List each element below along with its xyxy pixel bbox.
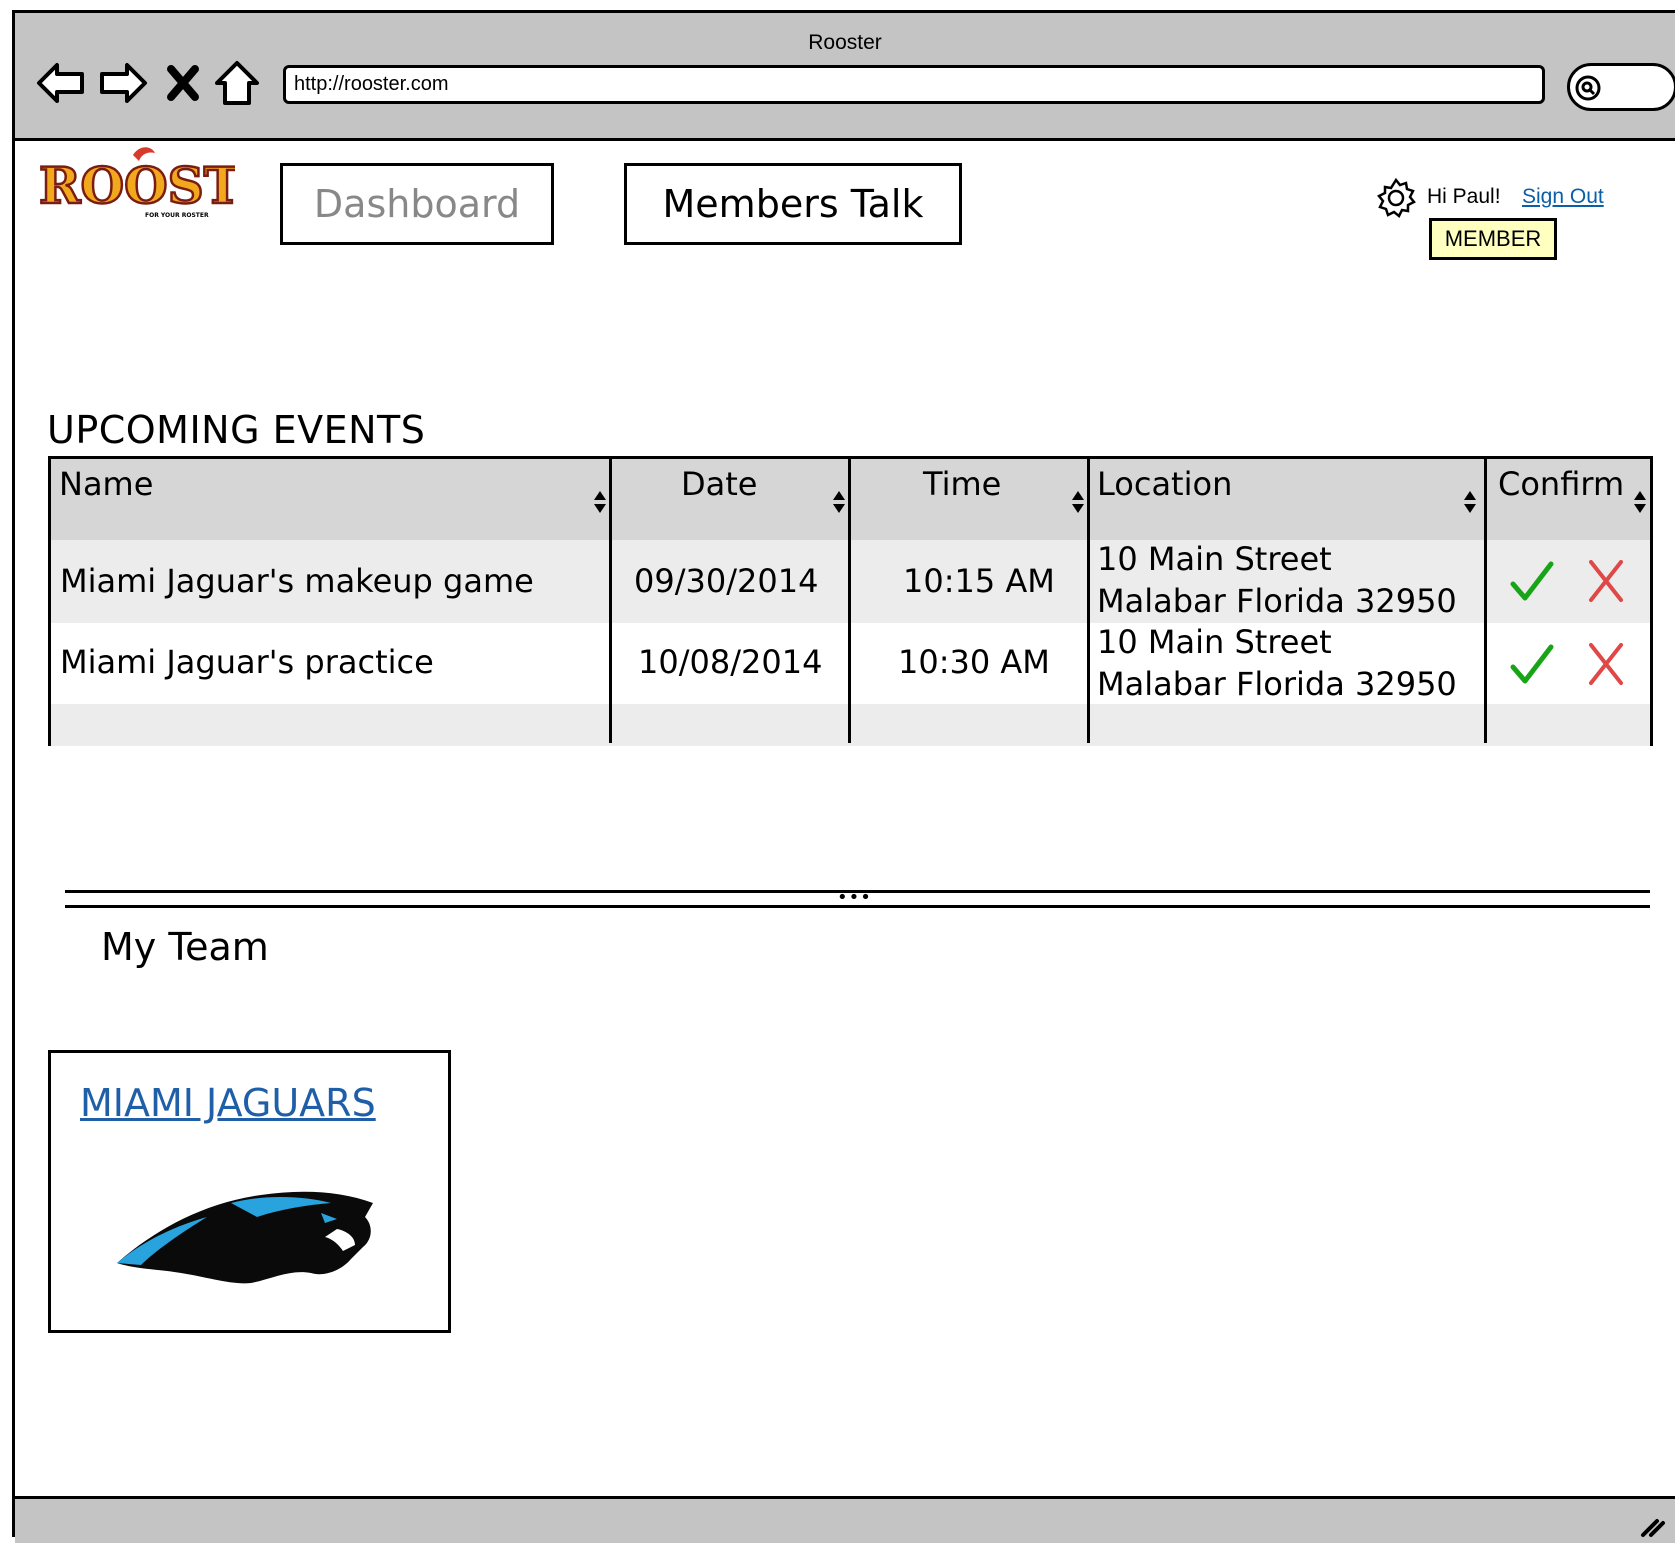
status-bar	[15, 1496, 1675, 1543]
search-icon	[1575, 75, 1601, 101]
sort-icon[interactable]	[591, 489, 609, 515]
event-name: Miami Jaguar's makeup game	[60, 562, 534, 600]
gear-icon[interactable]	[1375, 177, 1417, 219]
decline-x-icon[interactable]	[1583, 558, 1629, 604]
event-name: Miami Jaguar's practice	[60, 643, 434, 681]
sort-icon[interactable]	[830, 489, 848, 515]
event-date: 09/30/2014	[634, 562, 819, 600]
event-location-city: Malabar Florida 32950	[1097, 665, 1457, 703]
panther-logo[interactable]	[111, 1173, 391, 1293]
column-divider	[609, 459, 612, 743]
column-header-date[interactable]: Date	[681, 465, 757, 503]
splitter-grip[interactable]: •••	[837, 889, 872, 907]
url-bar[interactable]: http://rooster.com	[283, 65, 1545, 104]
event-location-street: 10 Main Street	[1097, 540, 1332, 578]
role-badge: MEMBER	[1429, 218, 1557, 260]
greeting: Hi Paul!	[1427, 185, 1501, 208]
event-time: 10:15 AM	[903, 562, 1055, 600]
column-divider	[1087, 459, 1090, 743]
events-table: Name Date Time Location Confirm Miami Ja…	[48, 456, 1653, 746]
sign-out-link[interactable]: Sign Out	[1522, 185, 1604, 209]
confirm-check-icon[interactable]	[1509, 558, 1555, 604]
home-icon[interactable]	[213, 57, 261, 109]
window-title: Rooster	[808, 31, 882, 54]
event-date: 10/08/2014	[638, 643, 823, 681]
sort-icon[interactable]	[1631, 489, 1649, 515]
rooster-logo[interactable]: ROOSTER FOR YOUR ROSTER	[35, 141, 322, 221]
close-x-icon[interactable]	[163, 57, 203, 109]
column-header-location[interactable]: Location	[1097, 465, 1232, 503]
forward-arrow-icon[interactable]	[97, 57, 149, 109]
my-team-title: My Team	[101, 925, 269, 969]
event-location-city: Malabar Florida 32950	[1097, 582, 1457, 620]
browser-chrome: Rooster http://rooster.com	[15, 13, 1675, 141]
sort-icon[interactable]	[1461, 489, 1479, 515]
sort-icon[interactable]	[1069, 489, 1087, 515]
resize-grip-icon[interactable]	[1637, 1509, 1667, 1539]
column-header-confirm[interactable]: Confirm	[1498, 465, 1624, 503]
decline-x-icon[interactable]	[1583, 641, 1629, 687]
tab-dashboard[interactable]: Dashboard	[280, 163, 554, 245]
team-card[interactable]: MIAMI JAGUARS	[48, 1050, 451, 1333]
tab-members-talk[interactable]: Members Talk	[624, 163, 962, 245]
column-divider	[848, 459, 851, 743]
event-location-street: 10 Main Street	[1097, 623, 1332, 661]
back-arrow-icon[interactable]	[35, 57, 87, 109]
event-time: 10:30 AM	[898, 643, 1050, 681]
upcoming-events-title: UPCOMING EVENTS	[47, 408, 426, 452]
logo-tagline: FOR YOUR ROSTER	[145, 212, 209, 219]
column-header-name[interactable]: Name	[59, 465, 153, 503]
confirm-check-icon[interactable]	[1509, 641, 1555, 687]
column-divider	[1484, 459, 1487, 743]
search-box[interactable]	[1567, 63, 1675, 111]
team-link[interactable]: MIAMI JAGUARS	[80, 1081, 376, 1125]
column-header-time[interactable]: Time	[923, 465, 1001, 503]
logo-text: ROOSTER	[39, 156, 235, 215]
browser-window: Rooster http://rooster.com ROOSTER FOR Y…	[12, 10, 1675, 1543]
